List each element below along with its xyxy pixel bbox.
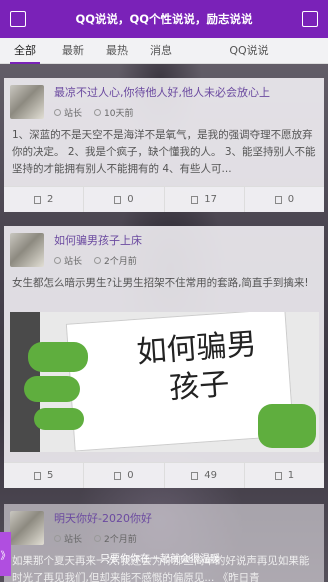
right-hand [258,404,316,448]
search-icon[interactable] [301,11,318,27]
user-icon [54,109,61,116]
tab-qq-shuoshuo[interactable]: QQ说说 [224,38,274,64]
comment-button[interactable]: 2 [4,187,85,212]
user-icon [54,535,61,542]
share-icon [114,471,122,480]
post-actions: 5 0 49 1 [4,462,324,488]
category-tabs: 全部 最新 最热 消息 QQ说说 [0,38,328,64]
view-button[interactable]: 49 [165,463,245,488]
post-title[interactable]: 最凉不过人心,你待他人好,他人未必会放心上 [54,84,270,100]
avatar [10,232,44,267]
post-author: 站长 [64,535,83,545]
tab-latest[interactable]: 最新 [58,38,88,64]
share-button[interactable]: 0 [84,463,165,488]
post-excerpt: 女生都怎么暗示男生?让男生招架不住常用的套路,简直手到擒来! [12,277,309,289]
clock-icon [94,535,102,542]
side-tab[interactable]: 》 [0,532,11,576]
clock-icon [94,257,102,264]
image-text: 如何骗男孩子 [135,326,258,407]
clock-icon [94,109,102,116]
left-hand [28,342,88,372]
post-title[interactable]: 明天你好-2020你好 [54,510,152,526]
comment-icon [33,195,41,204]
like-icon [274,195,282,204]
tab-hot[interactable]: 最热 [102,38,132,64]
post-card[interactable]: 明天你好-2020你好 站长 2个月前 如果那个夏天再来一次,我还会为你那些简单… [4,504,324,582]
post-image[interactable]: 如何骗男孩子 [10,312,319,452]
post-time: 10天前 [104,109,134,119]
avatar [10,84,44,119]
site-title: QQ说说，QQ个性说说，励志说说 [75,12,253,26]
view-icon [191,471,199,480]
like-button[interactable]: 0 [245,187,324,212]
post-card[interactable]: 最凉不过人心,你待他人好,他人未必会放心上 站长 10天前 1、深蓝的不是天空不… [4,78,324,212]
top-bar: QQ说说，QQ个性说说，励志说说 [0,0,328,38]
share-button[interactable]: 0 [84,187,165,212]
post-author: 站长 [64,257,83,267]
tab-all[interactable]: 全部 [10,38,40,64]
like-icon [274,471,282,480]
post-time: 2个月前 [104,535,137,545]
post-excerpt: 1、深蓝的不是天空不是海洋不是氧气，是我的强调夺理不愿放弃你的决定。 2、我是个… [12,129,316,175]
comment-button[interactable]: 5 [4,463,85,488]
tab-messages[interactable]: 消息 [146,38,176,64]
post-time: 2个月前 [104,257,137,267]
post-card[interactable]: 如何骗男孩子上床 站长 2个月前 女生都怎么暗示男生?让男生招架不住常用的套路,… [4,226,324,488]
view-button[interactable]: 17 [165,187,245,212]
post-title[interactable]: 如何骗男孩子上床 [54,232,142,248]
user-icon [54,257,61,264]
post-author: 站长 [64,109,83,119]
overlay-caption: 只要你你在一起就会很温暖 [100,554,220,565]
like-button[interactable]: 1 [245,463,324,488]
view-icon [191,195,199,204]
menu-icon[interactable] [10,11,26,27]
post-actions: 2 0 17 0 [4,186,324,212]
avatar [10,510,44,545]
share-icon [114,195,122,204]
comment-icon [33,471,41,480]
